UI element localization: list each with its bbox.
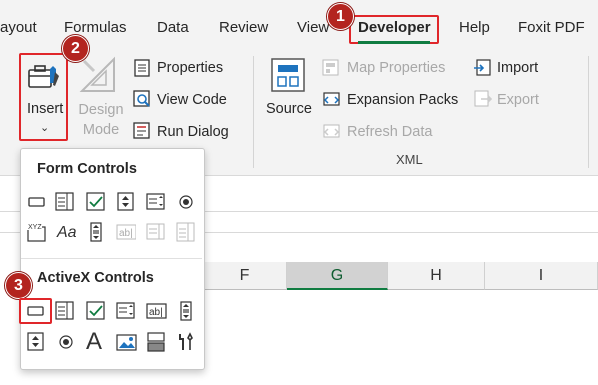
form-check-box-icon[interactable] [86, 192, 106, 212]
xyz-text: XYZ [28, 224, 42, 231]
group-divider-right [588, 56, 589, 168]
source-icon [270, 57, 306, 98]
activex-check-box-icon[interactable] [86, 301, 106, 321]
view-code-icon [133, 90, 151, 113]
tab-review[interactable]: Review [219, 19, 268, 36]
group-divider [253, 56, 254, 168]
expansion-packs-icon [322, 90, 342, 113]
expansion-packs-button[interactable]: Expansion Packs [347, 92, 458, 108]
properties-icon [133, 59, 151, 82]
toolbox-icon [27, 61, 61, 96]
activex-label-icon[interactable]: A [86, 328, 102, 356]
section-divider [21, 258, 202, 259]
form-spin-button-icon[interactable] [116, 192, 136, 212]
form-list-box-icon[interactable] [146, 192, 166, 212]
activex-option-button-icon[interactable] [56, 332, 76, 352]
import-icon [473, 59, 493, 82]
refresh-data-button[interactable]: Refresh Data [347, 124, 432, 140]
column-header-h[interactable]: H [388, 262, 485, 290]
activex-command-button-icon[interactable] [26, 301, 46, 321]
tab-help[interactable]: Help [459, 19, 490, 36]
activex-spin-button-icon[interactable] [26, 332, 46, 352]
form-scroll-bar-icon[interactable] [86, 222, 106, 242]
form-controls-header: Form Controls [37, 161, 137, 177]
activex-text-box-icon[interactable]: ab| [146, 301, 168, 321]
form-combo-drop-down-edit-icon[interactable] [176, 222, 196, 242]
abl-text: ab| [149, 307, 163, 318]
export-button[interactable]: Export [497, 92, 539, 108]
form-group-box-icon[interactable]: XYZ [25, 221, 49, 242]
xml-group-label: XML [396, 152, 423, 167]
abl-disabled-text: ab| [119, 228, 133, 239]
view-code-button[interactable]: View Code [157, 92, 227, 108]
column-header-f[interactable]: F [203, 262, 287, 290]
map-properties-icon [322, 59, 340, 82]
column-header-g[interactable]: G [287, 262, 388, 290]
run-dialog-button[interactable]: Run Dialog [157, 124, 229, 140]
tab-page-layout[interactable]: ayout [0, 19, 37, 36]
activex-scroll-bar-icon[interactable] [176, 301, 196, 321]
more-controls-icon[interactable] [176, 332, 196, 352]
form-combo-list-edit-icon[interactable] [146, 222, 166, 242]
activex-combo-box-icon[interactable] [55, 301, 75, 321]
activex-image-icon[interactable] [116, 332, 138, 352]
step-badge-3: 3 [5, 272, 32, 299]
form-label-icon[interactable]: Aa [57, 224, 77, 242]
form-combo-box-icon[interactable] [55, 192, 75, 212]
properties-button[interactable]: Properties [157, 60, 223, 76]
source-button[interactable]: Source [266, 101, 312, 117]
activex-list-box-icon[interactable] [116, 301, 136, 321]
chevron-down-icon: ⌄ [40, 122, 50, 134]
tab-developer[interactable]: Developer [358, 19, 431, 36]
column-header-i[interactable]: I [485, 262, 598, 290]
refresh-data-icon [322, 122, 342, 145]
form-button-control-icon[interactable] [27, 192, 47, 212]
tab-foxit-pdf[interactable]: Foxit PDF [518, 19, 585, 36]
import-button[interactable]: Import [497, 60, 538, 76]
export-icon [473, 90, 493, 113]
run-dialog-icon [133, 122, 151, 145]
tab-data[interactable]: Data [157, 19, 189, 36]
insert-button[interactable]: Insert ⌄ [19, 53, 68, 141]
design-mode-button[interactable]: Design Mode [76, 100, 126, 140]
tab-formulas[interactable]: Formulas [64, 19, 127, 36]
active-tab-indicator [358, 41, 430, 44]
step-badge-1: 1 [327, 3, 354, 30]
design-mode-icon [78, 55, 118, 100]
insert-label: Insert [27, 101, 64, 117]
tab-view[interactable]: View [297, 19, 329, 36]
activex-controls-header: ActiveX Controls [37, 270, 154, 286]
form-option-button-icon[interactable] [176, 192, 196, 212]
activex-toggle-button-icon[interactable] [146, 332, 166, 352]
map-properties-button[interactable]: Map Properties [347, 60, 445, 76]
form-text-field-icon[interactable]: ab| [116, 222, 136, 242]
